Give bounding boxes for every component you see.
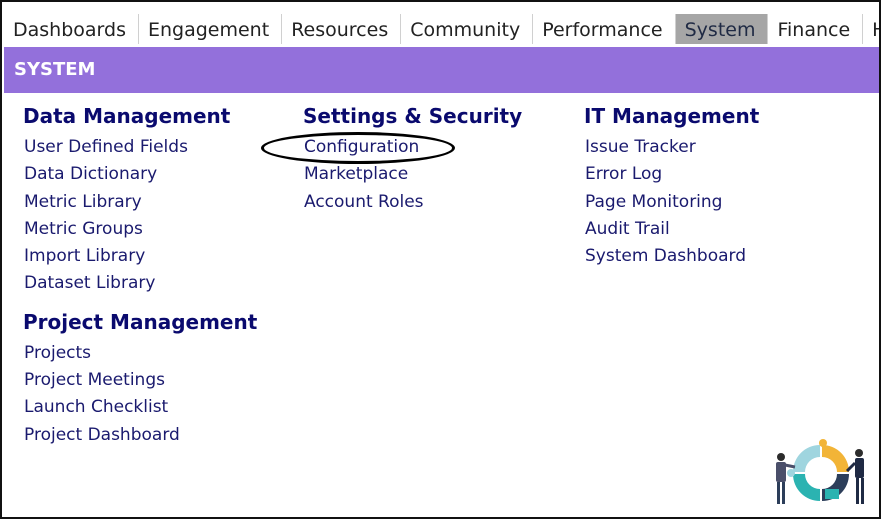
column-right: IT Management Issue Tracker Error Log Pa… [584, 102, 759, 270]
tab-resources[interactable]: Resources [282, 14, 402, 44]
link-issue-tracker[interactable]: Issue Tracker [584, 134, 759, 161]
link-metric-library[interactable]: Metric Library [23, 189, 257, 216]
tab-community[interactable]: Community [401, 14, 534, 44]
tab-help[interactable]: Help [863, 14, 879, 44]
link-page-monitoring[interactable]: Page Monitoring [584, 189, 759, 216]
top-navigation: Dashboards Engagement Resources Communit… [4, 14, 879, 44]
heading-project-management: Project Management [23, 309, 258, 334]
link-projects[interactable]: Projects [23, 340, 257, 367]
tab-dashboards[interactable]: Dashboards [4, 14, 139, 44]
link-project-meetings[interactable]: Project Meetings [23, 367, 257, 394]
link-error-log[interactable]: Error Log [584, 161, 759, 188]
tab-system[interactable]: System [675, 14, 769, 44]
link-data-dictionary[interactable]: Data Dictionary [23, 161, 257, 188]
app-frame: Dashboards Engagement Resources Communit… [0, 0, 881, 519]
column-left: Data Management User Defined Fields Data… [23, 102, 257, 449]
link-marketplace[interactable]: Marketplace [303, 161, 522, 188]
link-audit-trail[interactable]: Audit Trail [584, 216, 759, 243]
link-launch-checklist[interactable]: Launch Checklist [23, 394, 257, 421]
link-dataset-library[interactable]: Dataset Library [23, 270, 257, 297]
link-user-defined-fields[interactable]: User Defined Fields [23, 134, 257, 161]
column-middle: Settings & Security Configuration Market… [303, 102, 522, 216]
section-banner: SYSTEM [4, 47, 879, 93]
heading-settings-security: Settings & Security [303, 104, 523, 128]
heading-data-management: Data Management [23, 104, 231, 128]
link-configuration[interactable]: Configuration [303, 134, 522, 161]
link-system-dashboard[interactable]: System Dashboard [584, 243, 759, 270]
link-account-roles[interactable]: Account Roles [303, 189, 522, 216]
tab-engagement[interactable]: Engagement [139, 14, 283, 44]
tab-performance[interactable]: Performance [533, 14, 676, 44]
link-metric-groups[interactable]: Metric Groups [23, 216, 257, 243]
link-project-dashboard[interactable]: Project Dashboard [23, 422, 257, 449]
tab-finance[interactable]: Finance [768, 14, 864, 44]
link-import-library[interactable]: Import Library [23, 243, 257, 270]
team-puzzle-illustration-icon [776, 439, 864, 504]
heading-it-management: IT Management [584, 104, 760, 128]
